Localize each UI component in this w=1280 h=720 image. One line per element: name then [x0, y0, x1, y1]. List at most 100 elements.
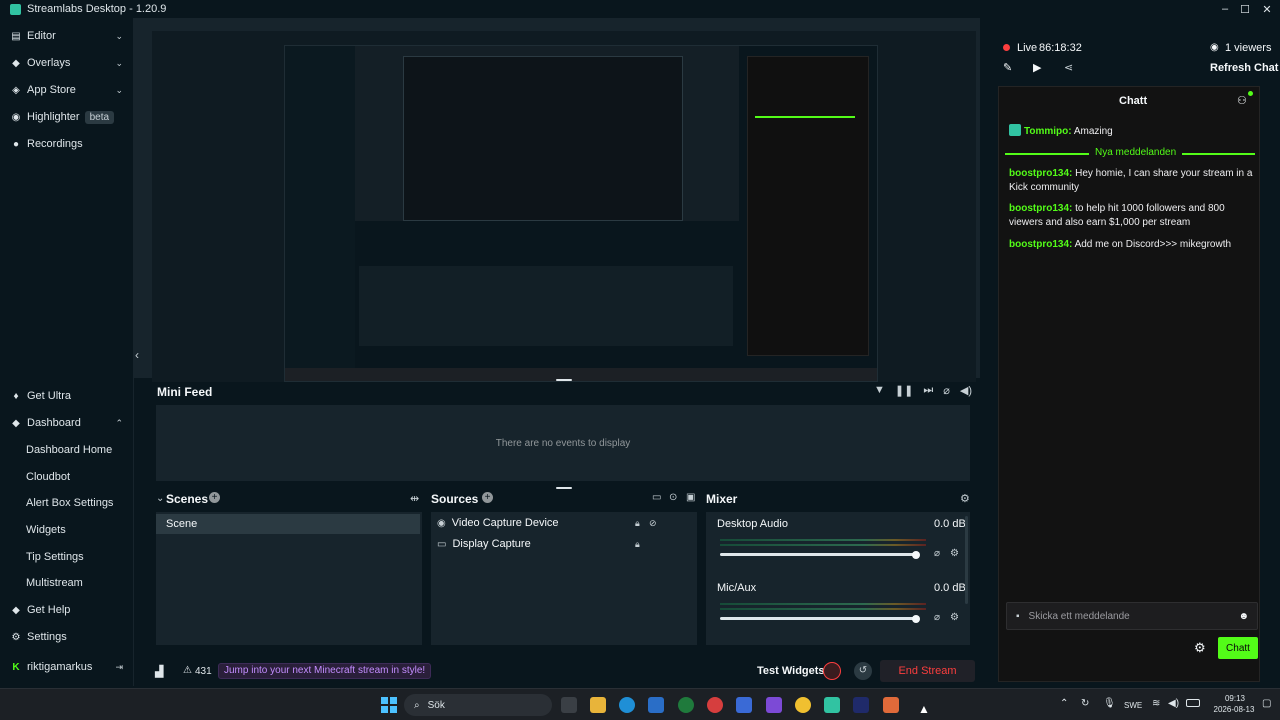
- chat-username[interactable]: boostpro134:: [1009, 168, 1072, 179]
- sidebar-item-dashboard-home[interactable]: Dashboard Home: [0, 438, 134, 462]
- chat-message-input[interactable]: ▪ Skicka ett meddelande ☻: [1006, 602, 1258, 630]
- scene-transitions-icon[interactable]: ⇹: [410, 492, 419, 505]
- chat-users-icon[interactable]: ⚇: [1237, 94, 1247, 107]
- sidebar-user[interactable]: K riktigamarkus ⇥: [0, 655, 134, 679]
- battery-icon[interactable]: [1186, 699, 1200, 707]
- chat-send-button[interactable]: Chatt: [1218, 637, 1258, 659]
- promo-banner[interactable]: Jump into your next Minecraft stream in …: [218, 663, 432, 679]
- notifications-icon[interactable]: ▢: [1262, 698, 1271, 709]
- close-button[interactable]: ✕: [1256, 0, 1278, 18]
- pause-icon[interactable]: ❚❚: [895, 384, 913, 397]
- emoji-icon[interactable]: ☻: [1238, 611, 1249, 622]
- volume-icon[interactable]: ◀): [1168, 698, 1179, 709]
- source-properties-icon[interactable]: ▭: [652, 492, 661, 503]
- sidebar-item-label: Alert Box Settings: [26, 497, 114, 509]
- chat-username[interactable]: boostpro134:: [1009, 203, 1072, 214]
- store-icon[interactable]: [648, 697, 664, 713]
- file-explorer-icon[interactable]: [590, 697, 606, 713]
- sidebar-item-multistream[interactable]: Multistream: [0, 571, 134, 595]
- alert-icon[interactable]: ⚠: [183, 665, 192, 676]
- sidebar-item-recordings[interactable]: ● Recordings: [0, 132, 134, 156]
- language-indicator[interactable]: SWE: [1124, 701, 1142, 710]
- edit-stream-info-icon[interactable]: ✎: [1003, 61, 1012, 74]
- volume-slider-knob[interactable]: [912, 615, 920, 623]
- collapse-left-icon[interactable]: ‹: [135, 348, 139, 362]
- mixer-settings-icon[interactable]: ⚙: [960, 492, 970, 505]
- lock-icon[interactable]: 🔒︎: [635, 518, 640, 529]
- wifi-icon[interactable]: ≋: [1152, 698, 1160, 709]
- volume-slider[interactable]: [720, 553, 918, 556]
- sidebar-item-get-help[interactable]: ◆ Get Help: [0, 598, 134, 622]
- media-player-icon[interactable]: [707, 697, 723, 713]
- sidebar-item-dashboard[interactable]: ◆ Dashboard ⌃: [0, 411, 134, 435]
- chat-users-dot-icon: [1248, 91, 1253, 96]
- gear-icon[interactable]: ⚙: [950, 612, 959, 623]
- xbox-icon[interactable]: [678, 697, 694, 713]
- chrome-icon[interactable]: [795, 697, 811, 713]
- mini-feed-body: There are no events to display: [156, 405, 970, 481]
- share-icon[interactable]: ⋖: [1064, 61, 1073, 74]
- chat-username[interactable]: Tommipo:: [1024, 126, 1072, 137]
- volume-slider-knob[interactable]: [912, 551, 920, 559]
- performance-icon[interactable]: ▟: [155, 665, 163, 678]
- volume-slider[interactable]: [720, 617, 918, 620]
- editor-display[interactable]: ‹: [134, 18, 980, 382]
- list-item[interactable]: Scene: [156, 514, 420, 534]
- edge-browser-icon[interactable]: [619, 697, 635, 713]
- clock-date[interactable]: 2026-08-13: [1206, 705, 1262, 714]
- sidebar-item-get-ultra[interactable]: ♦ Get Ultra: [0, 384, 134, 408]
- app-icon[interactable]: [883, 697, 899, 713]
- tray-overflow-icon[interactable]: ⌃: [1060, 698, 1068, 709]
- add-scene-icon[interactable]: +: [209, 492, 220, 503]
- scenes-collapse-icon[interactable]: ⌄: [156, 493, 164, 504]
- video-editor-icon[interactable]: [736, 697, 752, 713]
- sidebar-item-overlays[interactable]: ◆ Overlays ⌄: [0, 51, 134, 75]
- sidebar-item-cloudbot[interactable]: Cloudbot: [0, 465, 134, 489]
- sidebar-item-widgets[interactable]: Widgets: [0, 518, 134, 542]
- sync-icon[interactable]: ↻: [1081, 698, 1089, 709]
- list-item[interactable]: ▭ Display Capture: [437, 538, 531, 550]
- sidebar-item-app-store[interactable]: ◈ App Store ⌄: [0, 78, 134, 102]
- source-folder-icon[interactable]: ▣: [686, 492, 695, 503]
- sidebar-item-tip-settings[interactable]: Tip Settings: [0, 545, 134, 569]
- resize-handle[interactable]: [556, 379, 572, 381]
- maximize-button[interactable]: ☐: [1234, 0, 1256, 18]
- end-stream-button[interactable]: End Stream: [880, 660, 975, 682]
- streamlabs-icon[interactable]: [824, 697, 840, 713]
- skip-icon[interactable]: ⏭: [923, 384, 933, 397]
- visibility-hidden-icon[interactable]: ⊘: [649, 518, 657, 529]
- mute-alerts-icon[interactable]: ⌀: [943, 384, 950, 397]
- microphone-icon[interactable]: 🎙︎: [1103, 698, 1116, 709]
- record-button[interactable]: [823, 662, 841, 680]
- volume-icon[interactable]: ◀): [960, 384, 972, 397]
- sidebar-item-highlighter[interactable]: ◉ Highlighter beta: [0, 105, 134, 129]
- viewers-icon: ◉: [1210, 42, 1219, 53]
- clock-time[interactable]: 09:13: [1212, 694, 1258, 703]
- mixer-scrollbar[interactable]: [965, 516, 968, 604]
- mute-icon[interactable]: ⌀: [934, 612, 940, 623]
- replay-buffer-button[interactable]: ↺: [854, 662, 872, 680]
- app-icon[interactable]: [766, 697, 782, 713]
- resize-handle[interactable]: [556, 487, 572, 489]
- sidebar-item-alert-box-settings[interactable]: Alert Box Settings: [0, 491, 134, 515]
- list-item[interactable]: ◉ Video Capture Device: [437, 517, 559, 529]
- add-source-icon[interactable]: +: [482, 492, 493, 503]
- refresh-chat-button[interactable]: Refresh Chat: [1210, 62, 1278, 74]
- taskbar-search[interactable]: ⌕ Sök: [404, 694, 552, 716]
- windows-start-icon[interactable]: [381, 697, 397, 713]
- chat-settings-icon[interactable]: ⚙: [1194, 640, 1206, 656]
- task-view-icon[interactable]: [561, 697, 577, 713]
- logout-icon[interactable]: ⇥: [115, 662, 123, 673]
- minimize-button[interactable]: –: [1214, 0, 1236, 18]
- chat-emote-icon[interactable]: ▪: [1016, 611, 1020, 622]
- filter-icon[interactable]: ▼: [874, 384, 885, 397]
- clip-icon[interactable]: ▶: [1033, 61, 1041, 74]
- app-icon[interactable]: [853, 697, 869, 713]
- sidebar-item-editor[interactable]: ▤ Editor ⌄: [0, 24, 134, 48]
- gear-icon[interactable]: ⚙: [950, 548, 959, 559]
- lock-icon[interactable]: 🔒︎: [635, 539, 640, 550]
- chat-username[interactable]: boostpro134:: [1009, 239, 1072, 250]
- mute-icon[interactable]: ⌀: [934, 548, 940, 559]
- source-filters-icon[interactable]: ⊙: [669, 492, 677, 503]
- sidebar-item-settings[interactable]: ⚙ Settings: [0, 625, 134, 649]
